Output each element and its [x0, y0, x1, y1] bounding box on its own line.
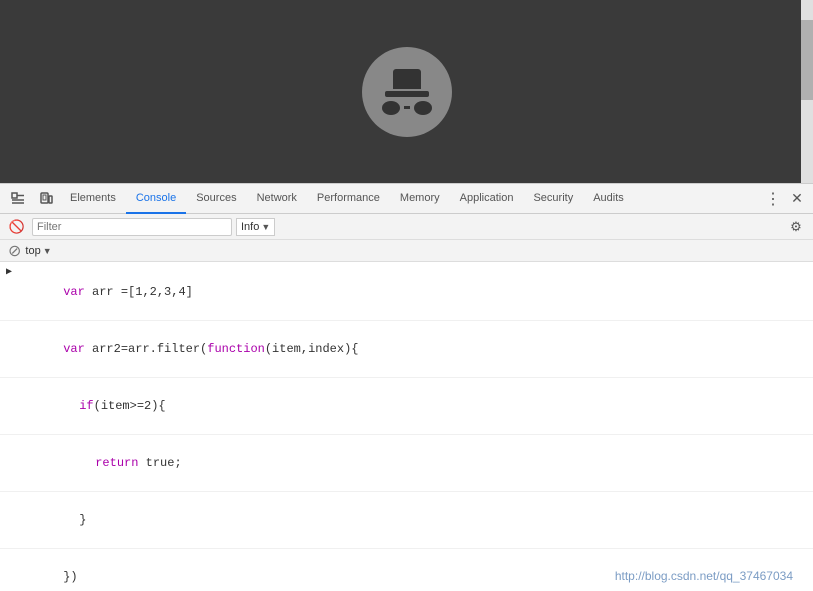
hat-top [393, 69, 421, 89]
console-input-code-line3: if(item>=2){ [0, 378, 813, 435]
console-input-code-line4: return true; [0, 435, 813, 492]
tab-console[interactable]: Console [126, 184, 186, 214]
scrollbar-thumb[interactable] [801, 20, 813, 100]
console-level-select[interactable]: Info ▼ [236, 218, 275, 236]
glass-lens-left [382, 101, 400, 115]
tab-elements[interactable]: Elements [60, 184, 126, 214]
level-dropdown-arrow: ▼ [261, 222, 270, 232]
incognito-icon [362, 47, 452, 137]
watermark: http://blog.csdn.net/qq_37467034 [615, 569, 793, 583]
no-entry-icon: ⊘ [8, 241, 21, 261]
glass-lens-right [414, 101, 432, 115]
tab-network[interactable]: Network [247, 184, 307, 214]
console-context-bar: ⊘ top ▼ [0, 240, 813, 262]
tab-sources[interactable]: Sources [186, 184, 246, 214]
browser-preview [0, 0, 813, 183]
context-arrow: ▼ [43, 246, 52, 256]
tab-security[interactable]: Security [523, 184, 583, 214]
devtools-close-button[interactable]: ✕ [785, 185, 809, 213]
inspect-button[interactable] [4, 185, 32, 213]
console-input-code-line5: } [0, 492, 813, 549]
context-selector[interactable]: top ▼ [25, 245, 51, 257]
tab-performance[interactable]: Performance [307, 184, 390, 214]
console-input-code-line1: var arr =[1,2,3,4] [0, 264, 813, 321]
console-settings-button[interactable]: ⚙ [785, 216, 807, 238]
console-toolbar: 🚫 Info ▼ ⚙ [0, 214, 813, 240]
glasses [382, 101, 432, 115]
console-clear-button[interactable]: 🚫 [6, 216, 28, 238]
tab-audits[interactable]: Audits [583, 184, 634, 214]
tab-application[interactable]: Application [450, 184, 524, 214]
console-input-code-line2: var arr2=arr.filter(function(item,index)… [0, 321, 813, 378]
devtools-toolbar: Elements Console Sources Network Perform… [0, 184, 813, 214]
incognito-circle [362, 47, 452, 137]
glass-bridge [404, 106, 410, 109]
console-output: var arr =[1,2,3,4] var arr2=arr.filter(f… [0, 262, 813, 591]
device-mode-button[interactable] [32, 185, 60, 213]
console-filter-input[interactable] [32, 218, 232, 236]
hat-brim [385, 91, 429, 97]
devtools-panel: Elements Console Sources Network Perform… [0, 183, 813, 591]
tab-memory[interactable]: Memory [390, 184, 450, 214]
scrollbar[interactable] [801, 0, 813, 183]
devtools-more-button[interactable]: ⋮ [761, 185, 785, 213]
